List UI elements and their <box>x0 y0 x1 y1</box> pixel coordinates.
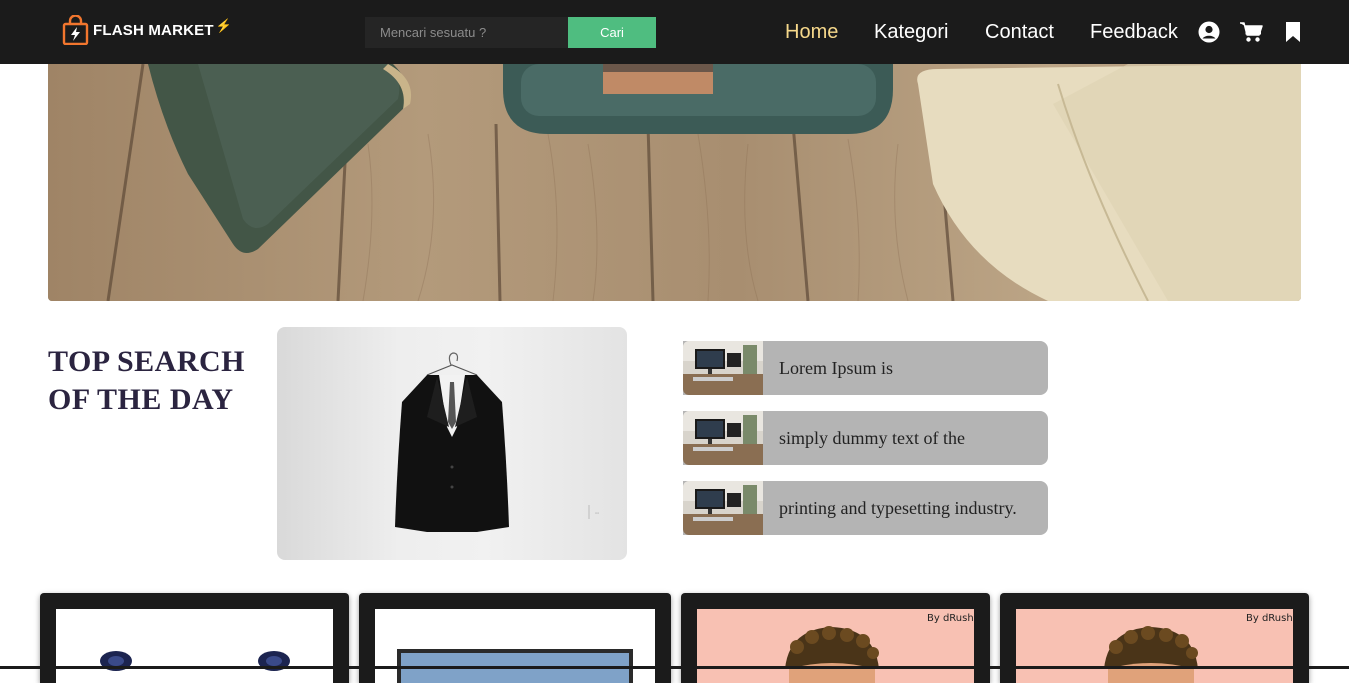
featured-product-card[interactable]: ▫▫ <box>277 327 627 560</box>
search-input[interactable] <box>365 17 568 48</box>
nav-link-feedback[interactable]: Feedback <box>1090 20 1178 44</box>
svg-text:▫▫: ▫▫ <box>595 511 599 517</box>
product-card[interactable]: By dRush <box>1000 593 1309 683</box>
shopping-bag-logo-icon <box>62 15 89 45</box>
svg-text:By dRush: By dRush <box>1246 613 1293 624</box>
nav-link-contact[interactable]: Contact <box>985 20 1054 44</box>
bookmark-icon[interactable] <box>1281 20 1305 44</box>
brand-name: FLASH MARKET <box>93 21 214 39</box>
top-search-title: TOP SEARCH OF THE DAY <box>48 345 245 416</box>
product-card[interactable]: By dRush <box>681 593 990 683</box>
navbar: FLASH MARKET ⚡ Cari Home Kategori Contac… <box>0 0 1349 64</box>
bolt-icon: ⚡ <box>215 18 232 33</box>
nav-link-kategori[interactable]: Kategori <box>874 20 949 44</box>
search-button[interactable]: Cari <box>568 17 656 48</box>
top-search-item-label: printing and typesetting industry. <box>779 497 1017 518</box>
svg-text:By dRush: By dRush <box>927 613 974 624</box>
desk-setup-thumbnail <box>683 341 763 395</box>
avatar-cartoon-image: By dRush <box>697 609 974 683</box>
desk-setup-thumbnail <box>683 411 763 465</box>
product-card[interactable] <box>359 593 671 683</box>
brand-logo[interactable]: FLASH MARKET ⚡ <box>62 14 232 46</box>
suit-jacket-image: ▫▫ <box>395 352 599 532</box>
speakers-image <box>56 609 333 683</box>
cart-icon[interactable] <box>1239 20 1263 44</box>
top-search-item-label: Lorem Ipsum is <box>779 357 893 378</box>
avatar-cartoon-image: By dRush <box>1016 609 1293 683</box>
top-search-item[interactable]: simply dummy text of the <box>683 411 1048 465</box>
desk-setup-thumbnail <box>683 481 763 535</box>
product-card[interactable] <box>40 593 349 683</box>
hero-banner-image <box>48 64 1301 301</box>
top-search-item-label: simply dummy text of the <box>779 427 965 448</box>
top-search-item[interactable]: printing and typesetting industry. <box>683 481 1048 535</box>
monitor-image <box>375 609 655 683</box>
user-circle-icon[interactable] <box>1197 20 1221 44</box>
nav-link-home[interactable]: Home <box>785 20 838 44</box>
top-search-item[interactable]: Lorem Ipsum is <box>683 341 1048 395</box>
